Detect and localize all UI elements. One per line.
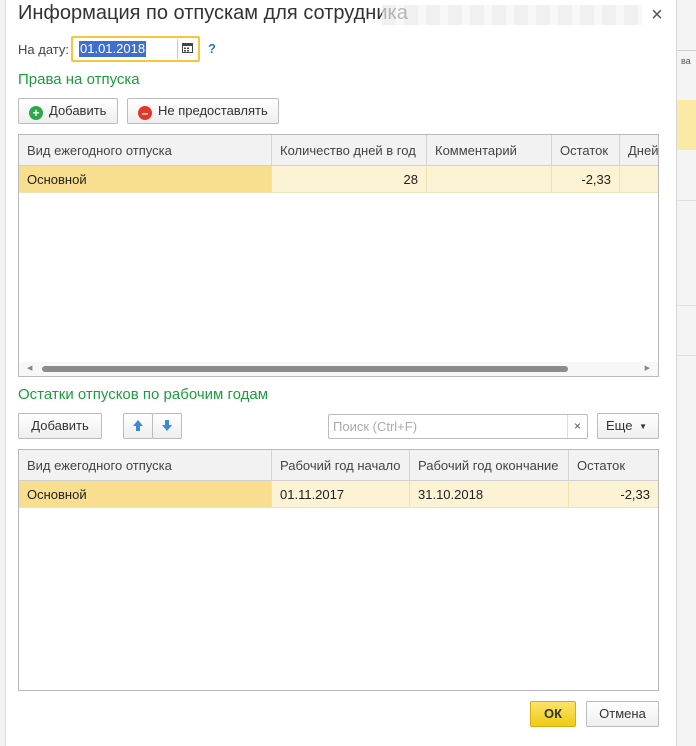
arrow-down-icon bbox=[162, 420, 172, 431]
vacation-info-dialog: Информация по отпускам для сотрудника × … bbox=[6, 0, 676, 746]
more-button[interactable]: Еще ▼ bbox=[597, 413, 659, 439]
date-label: На дату: bbox=[18, 42, 69, 57]
rights-table[interactable]: Вид ежегодного отпуска Количество дней в… bbox=[18, 134, 659, 377]
search-box: × bbox=[328, 414, 588, 439]
cell-year-end[interactable]: 31.10.2018 bbox=[410, 481, 569, 507]
clear-search-icon[interactable]: × bbox=[567, 415, 587, 438]
column-header[interactable]: Вид ежегодного отпуска bbox=[19, 450, 272, 480]
stop-icon: – bbox=[138, 106, 152, 120]
close-icon[interactable]: × bbox=[646, 4, 668, 26]
date-input[interactable]: 01.01.2018 bbox=[71, 36, 200, 62]
move-down-button[interactable] bbox=[152, 413, 182, 439]
table-header: Вид ежегодного отпуска Рабочий год начал… bbox=[19, 450, 658, 481]
cell-comment[interactable] bbox=[427, 166, 552, 192]
background-window: ва bbox=[676, 0, 696, 746]
deny-button[interactable]: – Не предоставлять bbox=[127, 98, 279, 124]
scroll-right-icon[interactable]: ▶ bbox=[645, 362, 650, 376]
balances-table[interactable]: Вид ежегодного отпуска Рабочий год начал… bbox=[18, 449, 659, 691]
column-header[interactable]: Остаток bbox=[569, 450, 658, 480]
cell-year-start[interactable]: 01.11.2017 bbox=[272, 481, 410, 507]
cell-type[interactable]: Основной bbox=[19, 166, 272, 192]
scroll-left-icon[interactable]: ◀ bbox=[27, 362, 32, 376]
more-label: Еще bbox=[606, 418, 633, 433]
column-header[interactable]: Дней bbox=[620, 135, 658, 165]
dialog-title: Информация по отпускам для сотрудника bbox=[18, 2, 408, 24]
balances-section-title: Остатки отпусков по рабочим годам bbox=[18, 386, 269, 403]
help-link[interactable]: ? bbox=[208, 41, 216, 56]
table-row[interactable]: Основной 28 -2,33 bbox=[19, 166, 658, 193]
column-header[interactable]: Рабочий год начало bbox=[272, 450, 410, 480]
arrow-up-icon bbox=[133, 420, 143, 431]
column-header[interactable]: Комментарий bbox=[427, 135, 552, 165]
cell-days-per-year[interactable]: 28 bbox=[272, 166, 427, 192]
employee-name-blurred bbox=[382, 5, 642, 25]
add-balance-button[interactable]: Добавить bbox=[18, 413, 102, 439]
cell-type[interactable]: Основной bbox=[19, 481, 272, 507]
calendar-icon[interactable] bbox=[177, 39, 197, 59]
scroll-thumb[interactable] bbox=[42, 366, 568, 372]
column-header[interactable]: Остаток bbox=[552, 135, 620, 165]
table-row[interactable]: Основной 01.11.2017 31.10.2018 -2,33 bbox=[19, 481, 658, 508]
search-input[interactable] bbox=[329, 415, 567, 438]
chevron-down-icon: ▼ bbox=[639, 422, 647, 431]
date-value[interactable]: 01.01.2018 bbox=[79, 41, 147, 57]
deny-label: Не предоставлять bbox=[158, 103, 268, 118]
add-icon: + bbox=[29, 106, 43, 120]
cancel-button[interactable]: Отмена bbox=[586, 701, 659, 727]
table-header: Вид ежегодного отпуска Количество дней в… bbox=[19, 135, 658, 166]
cell-days[interactable] bbox=[620, 166, 658, 192]
cell-remainder[interactable]: -2,33 bbox=[552, 166, 620, 192]
add-right-button[interactable]: + Добавить bbox=[18, 98, 118, 124]
column-header[interactable]: Рабочий год окончание bbox=[410, 450, 569, 480]
horizontal-scrollbar[interactable]: ◀ ▶ bbox=[19, 362, 658, 376]
move-up-button[interactable] bbox=[123, 413, 153, 439]
column-header[interactable]: Количество дней в год bbox=[272, 135, 427, 165]
column-header[interactable]: Вид ежегодного отпуска bbox=[19, 135, 272, 165]
rights-section-title: Права на отпуска bbox=[18, 71, 140, 88]
ok-button[interactable]: ОК bbox=[530, 701, 576, 727]
add-right-label: Добавить bbox=[49, 103, 107, 118]
cell-remainder[interactable]: -2,33 bbox=[569, 481, 658, 507]
